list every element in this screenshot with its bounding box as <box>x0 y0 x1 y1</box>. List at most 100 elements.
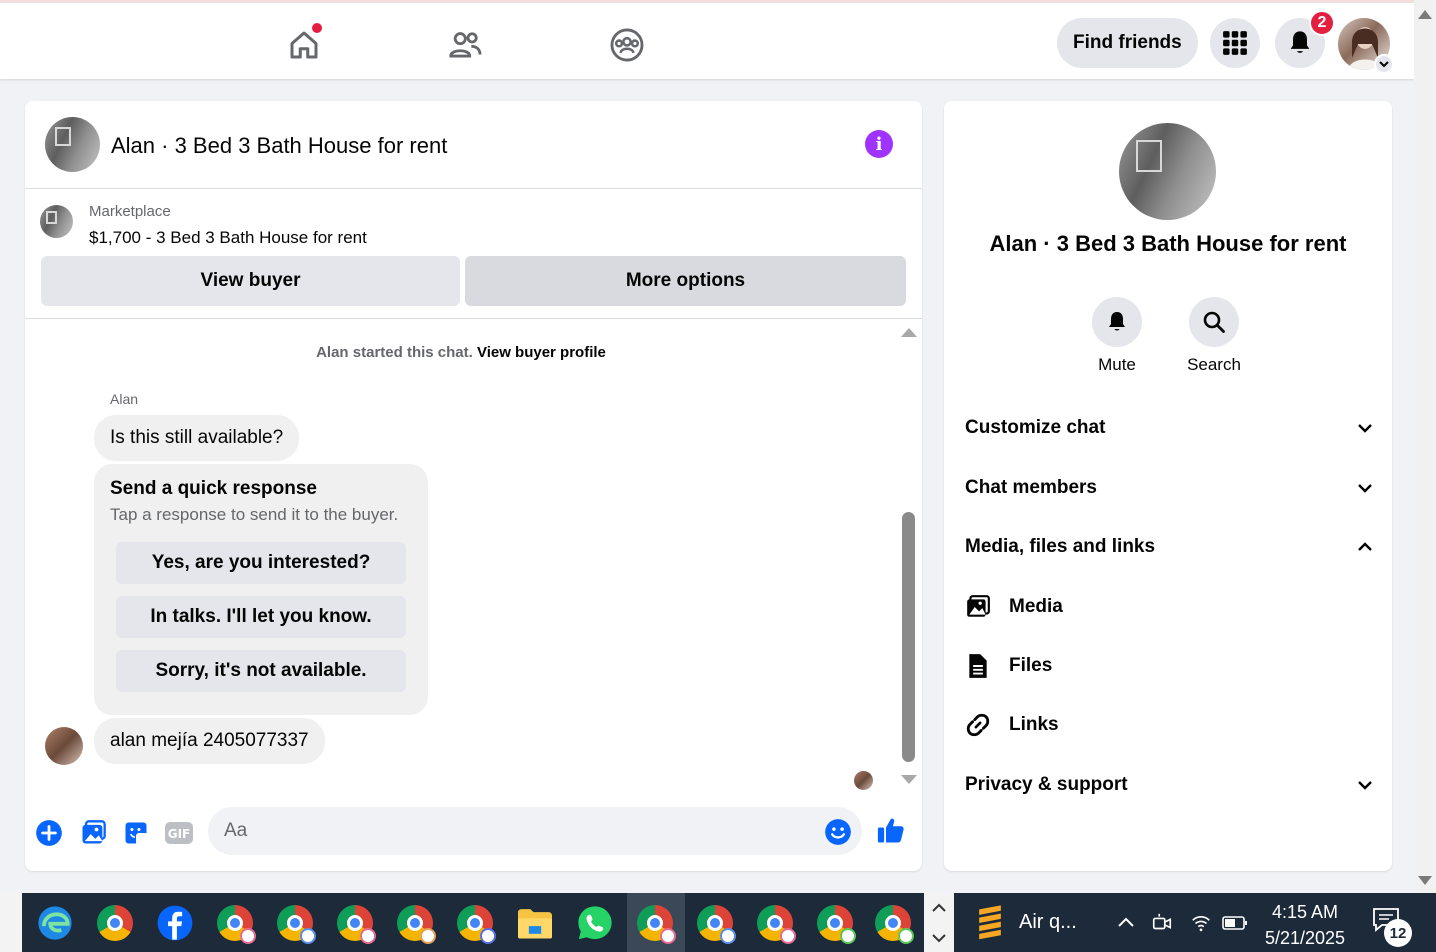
chrome-profile-icon[interactable] <box>693 901 737 945</box>
quick-response-option[interactable]: Sorry, it's not available. <box>116 650 406 692</box>
privacy-support-section[interactable]: Privacy & support <box>965 765 1373 805</box>
gif-icon[interactable]: GIF <box>164 818 194 848</box>
chat-header: Alan · 3 Bed 3 Bath House for rent i <box>25 101 922 189</box>
find-friends-button[interactable]: Find friends <box>1057 18 1198 68</box>
search-icon <box>1203 311 1225 333</box>
meet-now-icon[interactable] <box>1142 901 1182 945</box>
chat-start-notice: Alan started this chat. View buyer profi… <box>316 344 606 361</box>
link-icon <box>965 712 991 738</box>
files-item[interactable]: Files <box>965 646 1265 686</box>
taskbar-overflow-scroller[interactable] <box>924 893 954 952</box>
chrome-profile-icon[interactable] <box>273 901 317 945</box>
bell-icon <box>1109 312 1125 331</box>
sticker-icon[interactable] <box>121 818 151 848</box>
message-bubble[interactable]: alan mejía 2405077337 <box>94 718 325 764</box>
view-buyer-button[interactable]: View buyer <box>41 256 460 306</box>
scroll-up-arrow-icon[interactable] <box>1418 10 1432 19</box>
chrome-profile-icon[interactable] <box>393 901 437 945</box>
edge-icon[interactable] <box>33 901 77 945</box>
facebook-icon[interactable] <box>153 901 197 945</box>
bell-icon <box>1290 31 1310 53</box>
emoji-icon[interactable] <box>823 817 853 847</box>
message-composer: GIF Aa <box>25 801 922 871</box>
home-notification-dot <box>312 23 322 33</box>
chat-members-section[interactable]: Chat members <box>965 468 1373 508</box>
info-icon[interactable]: i <box>865 130 893 158</box>
windows-taskbar: Air q... 4:15 AM 5/21/2025 12 <box>0 893 1436 952</box>
taskbar-clock[interactable]: 4:15 AM 5/21/2025 <box>1250 899 1360 951</box>
action-center-count: 12 <box>1384 919 1412 947</box>
chrome-profile-icon[interactable] <box>333 901 377 945</box>
friends-icon[interactable] <box>445 25 485 65</box>
page-scrollbar[interactable] <box>1414 0 1436 893</box>
chat-details-panel: Alan · 3 Bed 3 Bath House for rent Mute … <box>944 101 1392 871</box>
weather-icon[interactable] <box>968 901 1012 945</box>
chat-title[interactable]: Alan · 3 Bed 3 Bath House for rent <box>111 133 447 159</box>
weather-label[interactable]: Air q... <box>1019 911 1077 934</box>
media-item[interactable]: Media <box>965 587 1265 627</box>
marketplace-listing: Marketplace $1,700 - 3 Bed 3 Bath House … <box>25 189 922 319</box>
file-explorer-icon[interactable] <box>513 901 557 945</box>
quick-response-option[interactable]: Yes, are you interested? <box>116 542 406 584</box>
chevron-down-icon <box>1358 424 1372 433</box>
action-center-button[interactable]: 12 <box>1372 907 1412 947</box>
thread-scroll-down-icon[interactable] <box>901 775 917 784</box>
more-options-button[interactable]: More options <box>465 256 906 306</box>
sender-avatar[interactable] <box>45 727 83 765</box>
chrome-profile-icon[interactable] <box>453 901 497 945</box>
svg-text:GIF: GIF <box>168 827 191 841</box>
whatsapp-icon[interactable] <box>573 901 617 945</box>
quick-response-subtitle: Tap a response to send it to the buyer. <box>110 505 399 524</box>
thread-scrollbar[interactable] <box>899 320 919 790</box>
home-icon[interactable] <box>284 23 324 65</box>
search-button[interactable]: Search <box>1184 297 1244 375</box>
top-navigation-bar: Find friends 2 <box>0 0 1414 79</box>
groups-icon[interactable] <box>607 25 647 65</box>
clock-time: 4:15 AM <box>1271 902 1339 922</box>
details-title: Alan · 3 Bed 3 Bath House for rent <box>989 231 1347 256</box>
marketplace-label: Marketplace <box>89 203 171 220</box>
media-files-links-section[interactable]: Media, files and links <box>965 527 1373 567</box>
battery-icon[interactable] <box>1215 901 1255 945</box>
listing-thumbnail[interactable] <box>40 205 73 238</box>
search-label: Search <box>1187 355 1241 374</box>
chrome-profile-icon[interactable] <box>813 901 857 945</box>
chrome-profile-icon[interactable] <box>633 901 677 945</box>
menu-grid-icon[interactable] <box>1210 18 1260 68</box>
clock-date: 5/21/2025 <box>1264 928 1346 948</box>
media-icon <box>965 594 991 620</box>
listing-title[interactable]: $1,700 - 3 Bed 3 Bath House for rent <box>89 228 367 248</box>
account-menu-chevron-icon[interactable] <box>1374 54 1394 74</box>
read-receipt-avatar <box>854 771 873 790</box>
thread-scroll-up-icon[interactable] <box>901 328 917 337</box>
chevron-down-icon <box>1358 781 1372 790</box>
view-buyer-profile-link[interactable]: View buyer profile <box>477 344 606 361</box>
mute-button[interactable]: Mute <box>1087 297 1147 375</box>
chevron-down-icon <box>1358 484 1372 493</box>
scroll-down-arrow-icon[interactable] <box>1418 876 1432 885</box>
thread-scroll-thumb[interactable] <box>902 512 915 762</box>
chrome-profile-icon[interactable] <box>213 901 257 945</box>
thumbs-up-icon[interactable] <box>876 815 906 845</box>
details-avatar[interactable] <box>1119 123 1216 220</box>
taskbar-start-edge[interactable] <box>0 893 22 952</box>
mute-label: Mute <box>1098 355 1136 374</box>
links-item[interactable]: Links <box>965 705 1265 745</box>
customize-chat-section[interactable]: Customize chat <box>965 408 1373 448</box>
chat-avatar[interactable] <box>45 117 100 172</box>
photo-icon[interactable] <box>78 818 108 848</box>
file-icon <box>965 653 991 679</box>
message-input[interactable]: Aa <box>208 807 862 855</box>
chrome-profile-icon[interactable] <box>871 901 915 945</box>
sender-name: Alan <box>110 391 139 407</box>
message-input-placeholder: Aa <box>224 820 248 841</box>
chrome-profile-icon[interactable] <box>753 901 797 945</box>
quick-response-option[interactable]: In talks. I'll let you know. <box>116 596 406 638</box>
message-thread: Alan started this chat. View buyer profi… <box>25 320 922 800</box>
chrome-icon[interactable] <box>93 901 137 945</box>
notification-badge: 2 <box>1309 10 1335 36</box>
plus-circle-icon[interactable] <box>34 818 64 848</box>
message-bubble[interactable]: Is this still available? <box>94 415 300 461</box>
notifications-button[interactable]: 2 <box>1275 10 1335 68</box>
quick-response-card: Send a quick response Tap a response to … <box>94 464 428 715</box>
